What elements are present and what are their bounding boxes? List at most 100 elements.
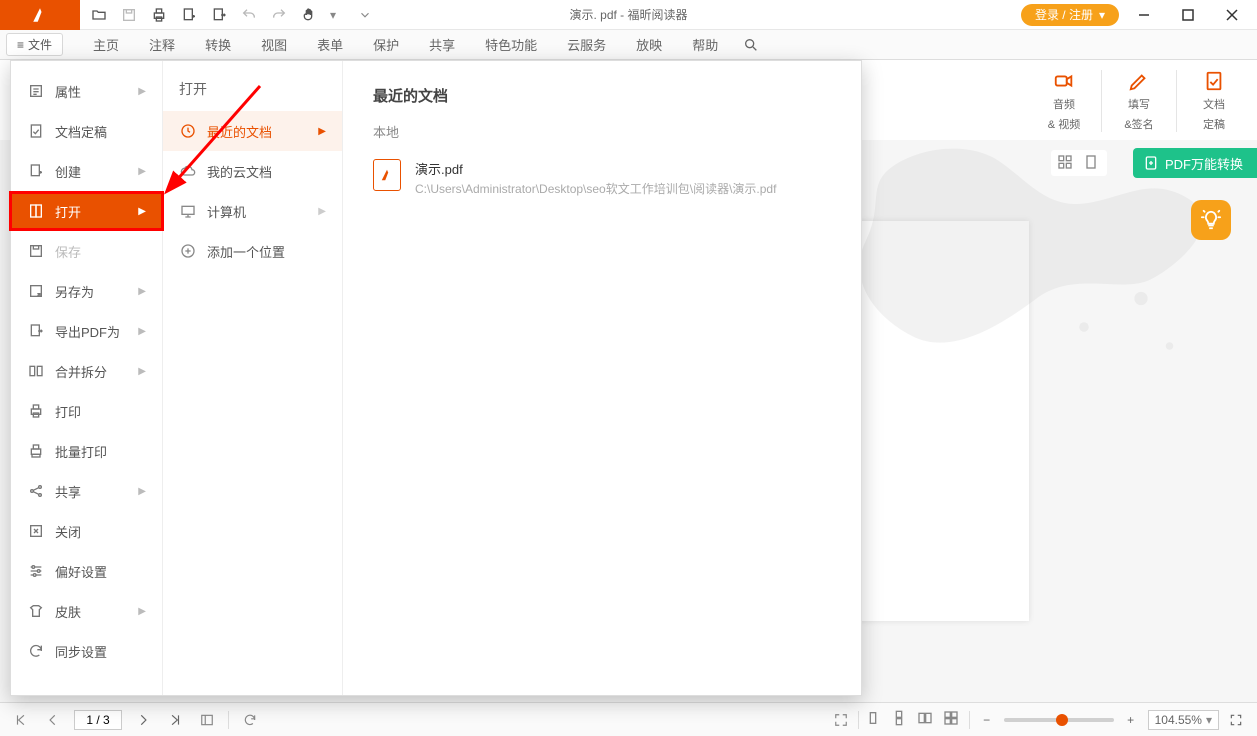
tab-form[interactable]: 表单 xyxy=(303,29,357,60)
undo-icon[interactable] xyxy=(238,4,260,26)
ribbon-tabs: ≡ 文件 主页 注释 转换 视图 表单 保护 共享 特色功能 云服务 放映 帮助 xyxy=(0,30,1257,60)
zoom-slider[interactable] xyxy=(1004,718,1114,722)
menu-item-label: 打开 xyxy=(55,202,81,221)
prev-page-button[interactable] xyxy=(42,709,64,731)
zoom-out-button[interactable]: − xyxy=(976,709,998,731)
login-button[interactable]: 登录 / 注册▾ xyxy=(1021,4,1119,26)
last-page-button[interactable] xyxy=(164,709,186,731)
tab-share[interactable]: 共享 xyxy=(415,29,469,60)
file-submenu-item[interactable]: 我的云文档 xyxy=(163,151,342,191)
tool-fill-sign[interactable]: 填写 &签名 xyxy=(1110,70,1168,132)
submenu-item-label: 我的云文档 xyxy=(207,162,272,181)
file-menu-item[interactable]: 文档定稿 xyxy=(11,111,162,151)
file-menu-item[interactable]: 另存为▶ xyxy=(11,271,162,311)
menu-item-icon xyxy=(27,403,45,419)
menu-item-icon xyxy=(27,83,45,99)
separator xyxy=(1101,70,1102,132)
view-single-icon[interactable] xyxy=(865,710,885,730)
close-button[interactable] xyxy=(1213,0,1251,30)
file-menu-item[interactable]: 偏好设置 xyxy=(11,551,162,591)
hand-icon[interactable] xyxy=(298,4,320,26)
single-page-icon[interactable] xyxy=(1083,154,1101,172)
add-page-icon[interactable] xyxy=(178,4,200,26)
view-facing-icon[interactable] xyxy=(917,710,937,730)
tab-home[interactable]: 主页 xyxy=(79,29,133,60)
recent-file-row[interactable]: 演示.pdfC:\Users\Administrator\Desktop\seo… xyxy=(373,151,831,205)
tool-sublabel: 定稿 xyxy=(1203,119,1225,131)
tool-doc-final[interactable]: 文档 定稿 xyxy=(1185,70,1243,132)
page-out-icon[interactable] xyxy=(208,4,230,26)
tab-features[interactable]: 特色功能 xyxy=(471,29,551,60)
tool-sublabel: &签名 xyxy=(1124,119,1153,131)
file-submenu-item[interactable]: 添加一个位置 xyxy=(163,231,342,271)
menu-item-label: 批量打印 xyxy=(55,442,107,461)
chevron-right-icon: ▶ xyxy=(318,126,326,137)
tool-label: 音频 xyxy=(1053,99,1075,111)
first-page-button[interactable] xyxy=(10,709,32,731)
submenu-title: 打开 xyxy=(163,75,342,111)
tab-help[interactable]: 帮助 xyxy=(678,29,732,60)
print-icon[interactable] xyxy=(148,4,170,26)
file-menu-item[interactable]: 合并拆分▶ xyxy=(11,351,162,391)
file-menu-item[interactable]: 打开▶ xyxy=(11,191,162,231)
file-menu-item[interactable]: 共享▶ xyxy=(11,471,162,511)
file-menu-item[interactable]: 打印 xyxy=(11,391,162,431)
file-menu-item: 保存 xyxy=(11,231,162,271)
camera-icon xyxy=(1053,70,1075,92)
menu-item-label: 创建 xyxy=(55,162,81,181)
menu-item-icon xyxy=(27,243,45,259)
qat-overflow-icon[interactable] xyxy=(354,4,376,26)
menu-item-icon xyxy=(27,323,45,339)
file-submenu-item[interactable]: 最近的文档▶ xyxy=(163,111,342,151)
fit-page-button[interactable] xyxy=(830,709,852,731)
save-icon[interactable] xyxy=(118,4,140,26)
convert-label: PDF万能转换 xyxy=(1165,154,1243,173)
computer-icon xyxy=(179,203,197,219)
zoom-value-box[interactable]: 104.55% ▾ xyxy=(1148,710,1219,730)
menu-item-icon xyxy=(27,363,45,379)
tips-button[interactable] xyxy=(1191,200,1231,240)
pdf-convert-button[interactable]: PDF万能转换 xyxy=(1133,148,1257,178)
file-submenu-item[interactable]: 计算机▶ xyxy=(163,191,342,231)
maximize-button[interactable] xyxy=(1169,0,1207,30)
rotate-button[interactable] xyxy=(239,709,261,731)
search-icon[interactable] xyxy=(740,34,762,56)
submenu-item-label: 计算机 xyxy=(207,202,246,221)
tab-present[interactable]: 放映 xyxy=(622,29,676,60)
tab-protect[interactable]: 保护 xyxy=(359,29,413,60)
file-tab[interactable]: ≡ 文件 xyxy=(6,33,63,56)
file-menu-secondary: 打开 最近的文档▶我的云文档计算机▶添加一个位置 xyxy=(163,61,343,695)
fullscreen-button[interactable] xyxy=(1225,709,1247,731)
page-input[interactable] xyxy=(74,710,122,730)
file-menu-item[interactable]: 创建▶ xyxy=(11,151,162,191)
thumbnails-icon[interactable] xyxy=(1057,154,1075,172)
minimize-button[interactable] xyxy=(1125,0,1163,30)
file-menu-item[interactable]: 皮肤▶ xyxy=(11,591,162,631)
file-menu-item[interactable]: 导出PDF为▶ xyxy=(11,311,162,351)
redo-icon[interactable] xyxy=(268,4,290,26)
qat-more-icon[interactable]: ▾ xyxy=(328,4,338,26)
tab-comment[interactable]: 注释 xyxy=(135,29,189,60)
clock-icon xyxy=(179,123,197,139)
menu-item-icon xyxy=(27,643,45,659)
view-facing-cont-icon[interactable] xyxy=(943,710,963,730)
chevron-down-icon: ▾ xyxy=(1206,713,1212,727)
panel-toggle-button[interactable] xyxy=(196,709,218,731)
file-menu-item[interactable]: 同步设置 xyxy=(11,631,162,671)
file-menu-item[interactable]: 批量打印 xyxy=(11,431,162,471)
menu-item-icon xyxy=(27,523,45,539)
zoom-value: 104.55% xyxy=(1155,713,1202,727)
menu-item-label: 导出PDF为 xyxy=(55,322,120,341)
tab-cloud[interactable]: 云服务 xyxy=(553,29,620,60)
open-icon[interactable] xyxy=(88,4,110,26)
next-page-button[interactable] xyxy=(132,709,154,731)
view-continuous-icon[interactable] xyxy=(891,710,911,730)
doc-check-icon xyxy=(1203,70,1225,92)
tool-audio-video[interactable]: 音频 & 视频 xyxy=(1035,70,1093,132)
tab-convert[interactable]: 转换 xyxy=(191,29,245,60)
tab-view[interactable]: 视图 xyxy=(247,29,301,60)
zoom-in-button[interactable]: + xyxy=(1120,709,1142,731)
app-logo xyxy=(0,0,80,30)
file-menu-item[interactable]: 关闭 xyxy=(11,511,162,551)
file-menu-item[interactable]: 属性▶ xyxy=(11,71,162,111)
